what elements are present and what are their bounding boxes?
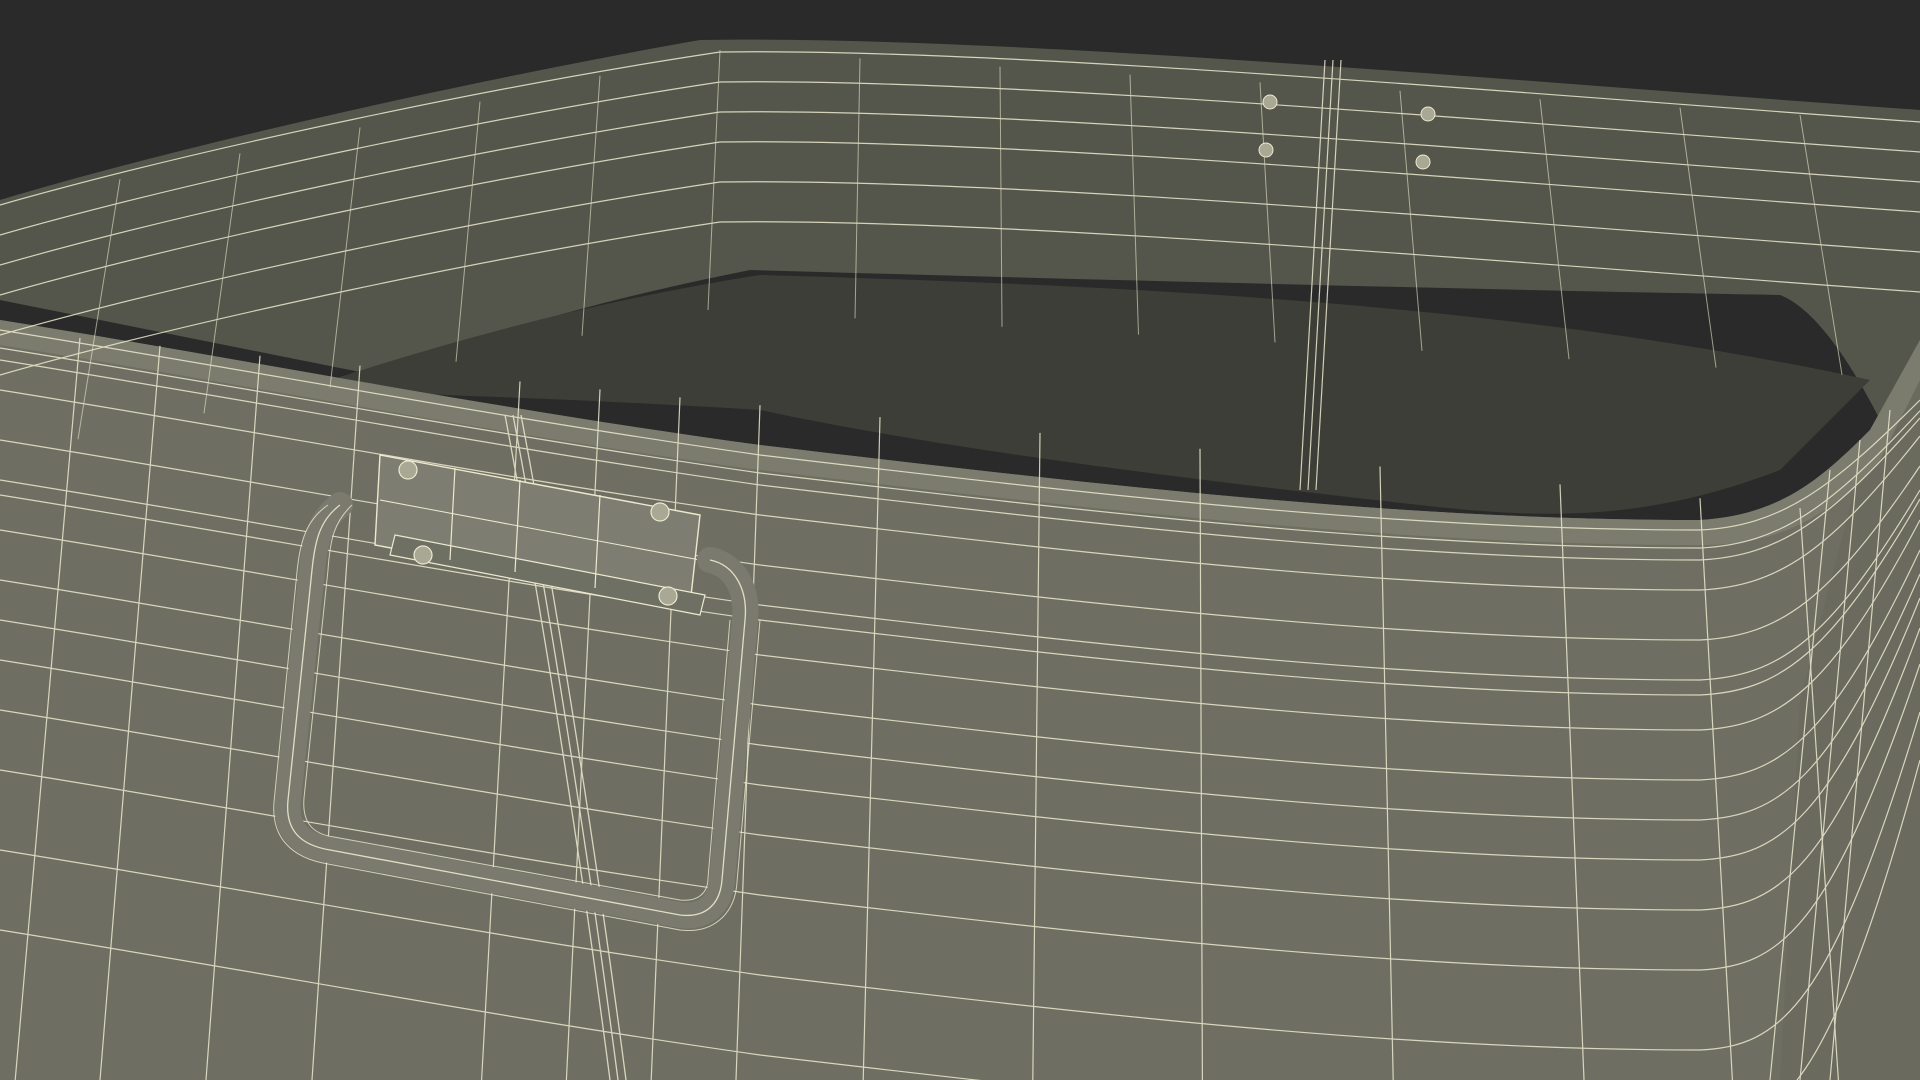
rivet-icon — [1262, 94, 1278, 110]
render-viewport — [0, 0, 1920, 1080]
rivet-icon — [398, 460, 418, 480]
wireframe-tub — [0, 0, 1920, 1080]
rivet-icon — [1420, 106, 1436, 122]
rivet-icon — [1415, 154, 1431, 170]
rivet-icon — [658, 586, 678, 606]
rivet-icon — [413, 545, 433, 565]
rivet-icon — [650, 502, 670, 522]
rivet-icon — [1258, 142, 1274, 158]
